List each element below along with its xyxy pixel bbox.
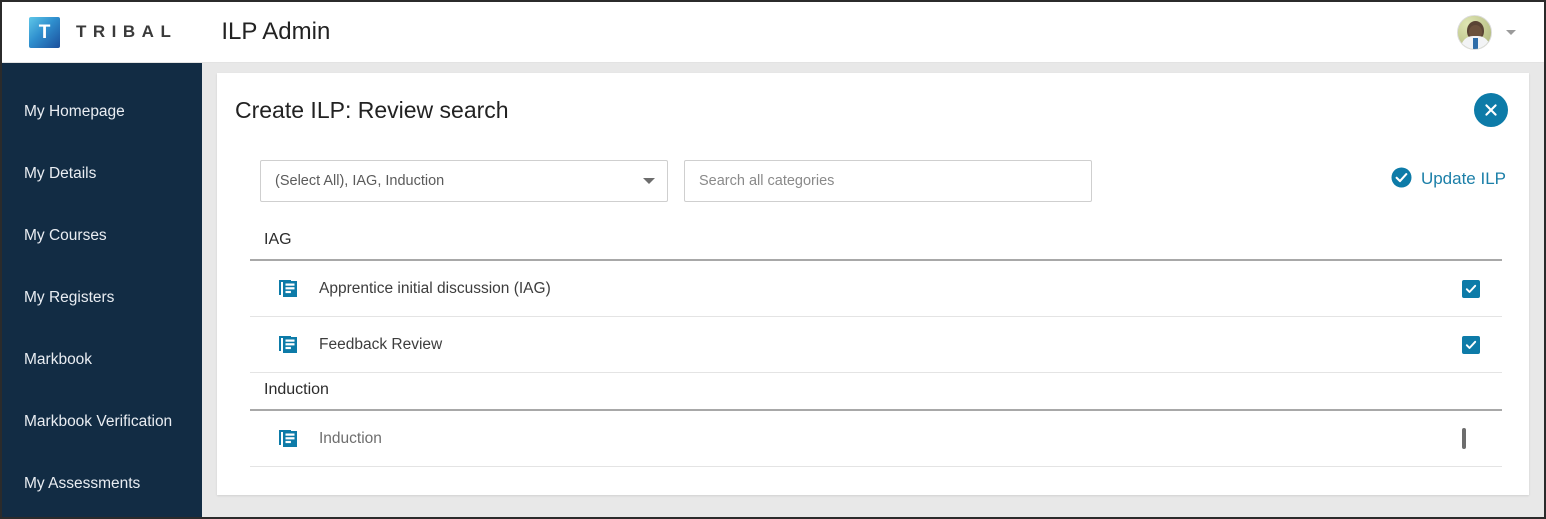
category-select-value: (Select All), IAG, Induction	[275, 173, 445, 189]
sidebar-item-label: My Courses	[24, 227, 107, 244]
update-ilp-button[interactable]: Update ILP	[1391, 167, 1506, 191]
brand-wordmark: TRIBAL	[76, 22, 178, 41]
document-copy-icon	[277, 278, 299, 300]
avatar[interactable]	[1457, 14, 1492, 50]
sidebar-item-markbook[interactable]: Markbook	[2, 319, 202, 381]
checkbox-unchecked-icon	[1462, 427, 1466, 449]
document-copy-icon	[277, 334, 299, 356]
checkbox-checked-icon	[1462, 279, 1480, 298]
chevron-down-icon[interactable]	[1506, 29, 1516, 35]
checkbox-checked-icon	[1462, 335, 1480, 354]
group-header-label: Induction	[264, 381, 329, 398]
search-input[interactable]	[684, 160, 1092, 202]
document-copy-icon	[277, 428, 299, 450]
sidebar-item-label: Markbook	[24, 351, 93, 368]
sidebar-item-label: My Registers	[24, 289, 115, 306]
sidebar-item-markbook-verification[interactable]: Markbook Verification	[2, 381, 202, 443]
brand-logo[interactable]: T TRIBAL	[29, 16, 178, 48]
group-header-iag: IAG	[250, 223, 1502, 261]
sidebar-item-my-courses[interactable]: My Courses	[2, 195, 202, 257]
sidebar-navigation: My Homepage My Details My Courses My Reg…	[2, 63, 202, 517]
sidebar-item-label: My Homepage	[24, 103, 125, 120]
update-ilp-label: Update ILP	[1420, 169, 1506, 188]
group-header-induction: Induction	[250, 373, 1502, 411]
row-checkbox[interactable]	[1462, 427, 1480, 449]
brand-letter: T	[38, 21, 51, 43]
row-checkbox[interactable]	[1462, 279, 1480, 298]
table-row[interactable]: Induction	[250, 411, 1502, 467]
results-list: IAG Apprentice initial discussion (IAG)	[250, 223, 1502, 467]
sidebar-item-my-details[interactable]: My Details	[2, 133, 202, 195]
row-label: Feedback Review	[319, 335, 443, 353]
group-header-label: IAG	[264, 231, 292, 248]
row-label: Apprentice initial discussion (IAG)	[319, 279, 551, 297]
create-ilp-dialog: Create ILP: Review search (Select All), …	[217, 73, 1529, 495]
sidebar-item-label: My Assessments	[24, 475, 141, 492]
sidebar-item-my-registers[interactable]: My Registers	[2, 257, 202, 319]
sidebar-item-my-assessments[interactable]: My Assessments	[2, 443, 202, 505]
table-row[interactable]: Apprentice initial discussion (IAG)	[250, 261, 1502, 317]
category-select[interactable]: (Select All), IAG, Induction	[260, 160, 668, 202]
main-content-area: Create ILP: Review search (Select All), …	[202, 63, 1544, 517]
user-menu[interactable]	[1457, 14, 1516, 50]
chevron-down-icon[interactable]	[643, 178, 655, 184]
check-circle-icon	[1391, 167, 1412, 191]
tribal-logo-icon: T	[29, 16, 60, 48]
row-label: Induction	[319, 429, 382, 447]
sidebar-item-label: My Details	[24, 165, 97, 182]
table-row[interactable]: Feedback Review	[250, 317, 1502, 373]
row-checkbox[interactable]	[1462, 335, 1480, 354]
close-icon[interactable]	[1474, 93, 1508, 127]
filter-toolbar: (Select All), IAG, Induction Update ILP	[260, 160, 1510, 202]
sidebar-item-my-assignments-groups[interactable]: My Assignments / Groups	[2, 505, 202, 517]
sidebar-item-my-homepage[interactable]: My Homepage	[2, 71, 202, 133]
sidebar-item-label: Markbook Verification	[24, 413, 173, 430]
top-header-bar: T TRIBAL ILP Admin	[2, 2, 1544, 63]
avatar-lanyard	[1473, 37, 1478, 49]
application-window: T TRIBAL ILP Admin My Homepage My Detail…	[0, 0, 1546, 519]
page-title: ILP Admin	[221, 18, 331, 45]
dialog-title: Create ILP: Review search	[235, 97, 509, 123]
